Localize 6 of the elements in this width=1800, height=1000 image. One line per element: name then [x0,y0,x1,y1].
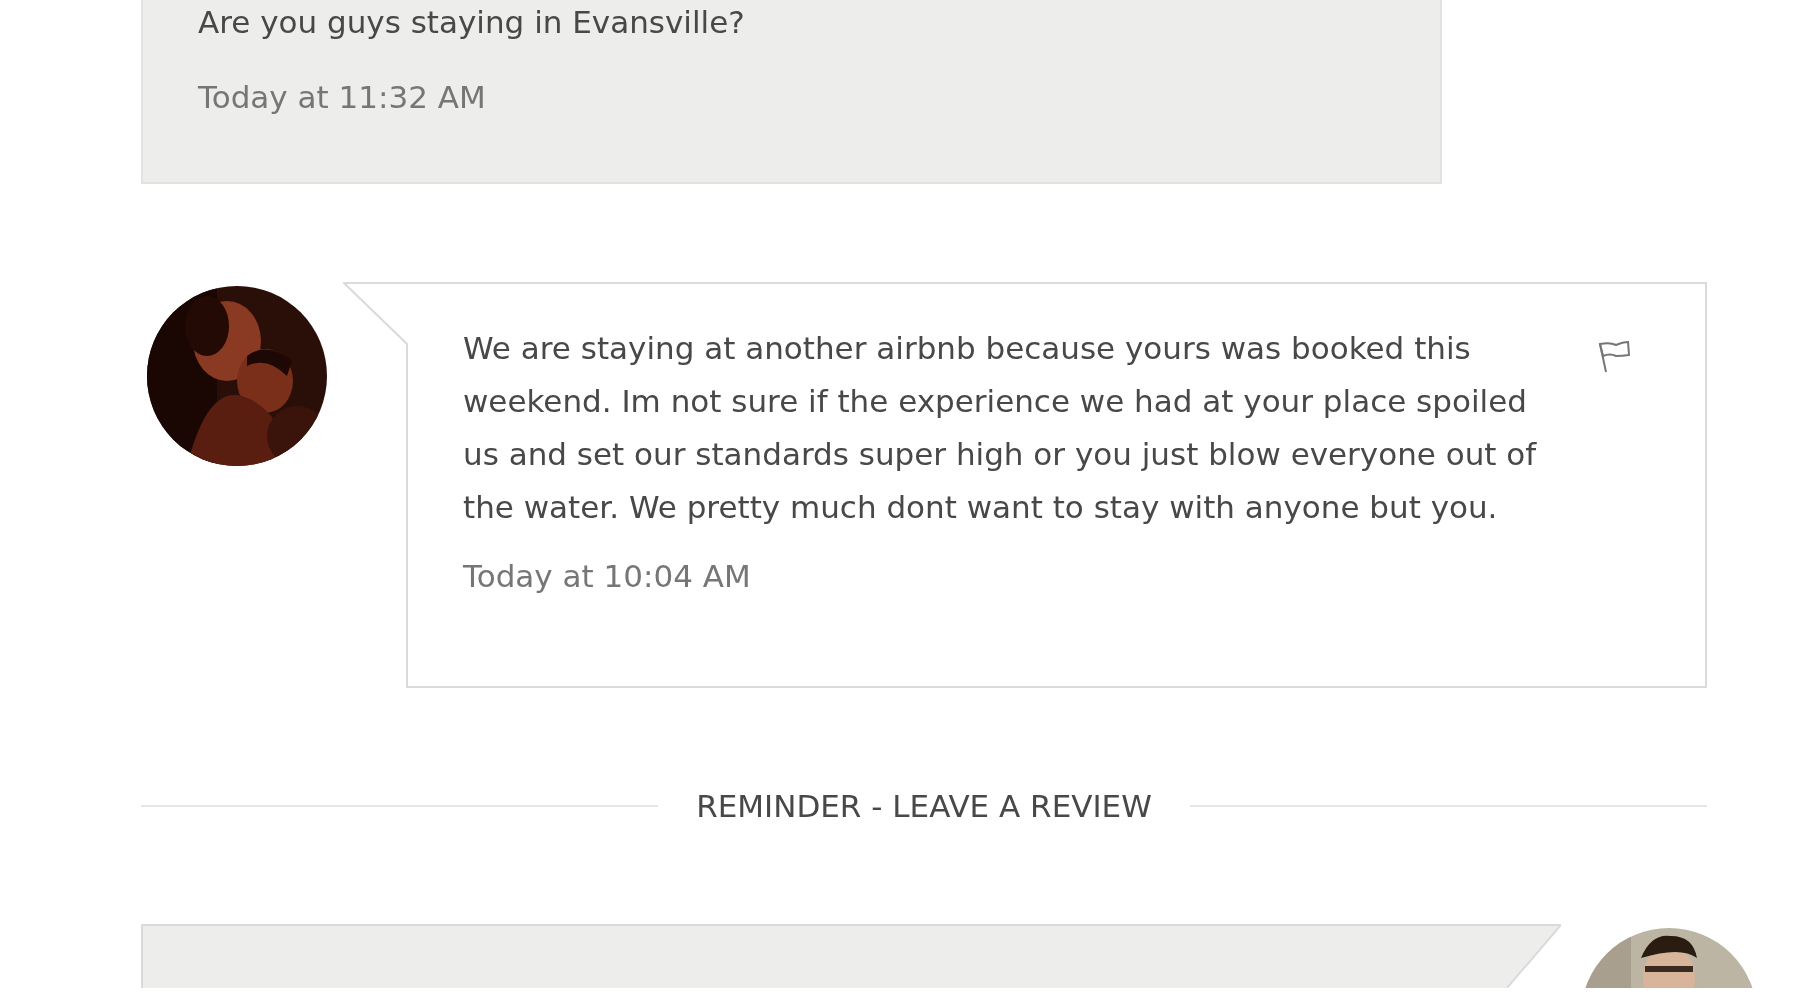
report-flag-icon[interactable] [1596,340,1632,374]
message-time: Today at 11:32 AM [198,79,487,115]
message-text: We are staying at another airbnb because yours was booked this weekend. Im not sure if the experience we had at your place spoiled us and set our standards super high or you just blow everyone out of the water. We pretty much dont want to stay with anyone but you. [463,329,1538,527]
divider-label: REMINDER - LEAVE A REVIEW [696,788,1152,824]
message-time: Today at 10:04 AM [463,558,752,594]
message-text: Are you guys staying in Evansville? [198,3,746,42]
